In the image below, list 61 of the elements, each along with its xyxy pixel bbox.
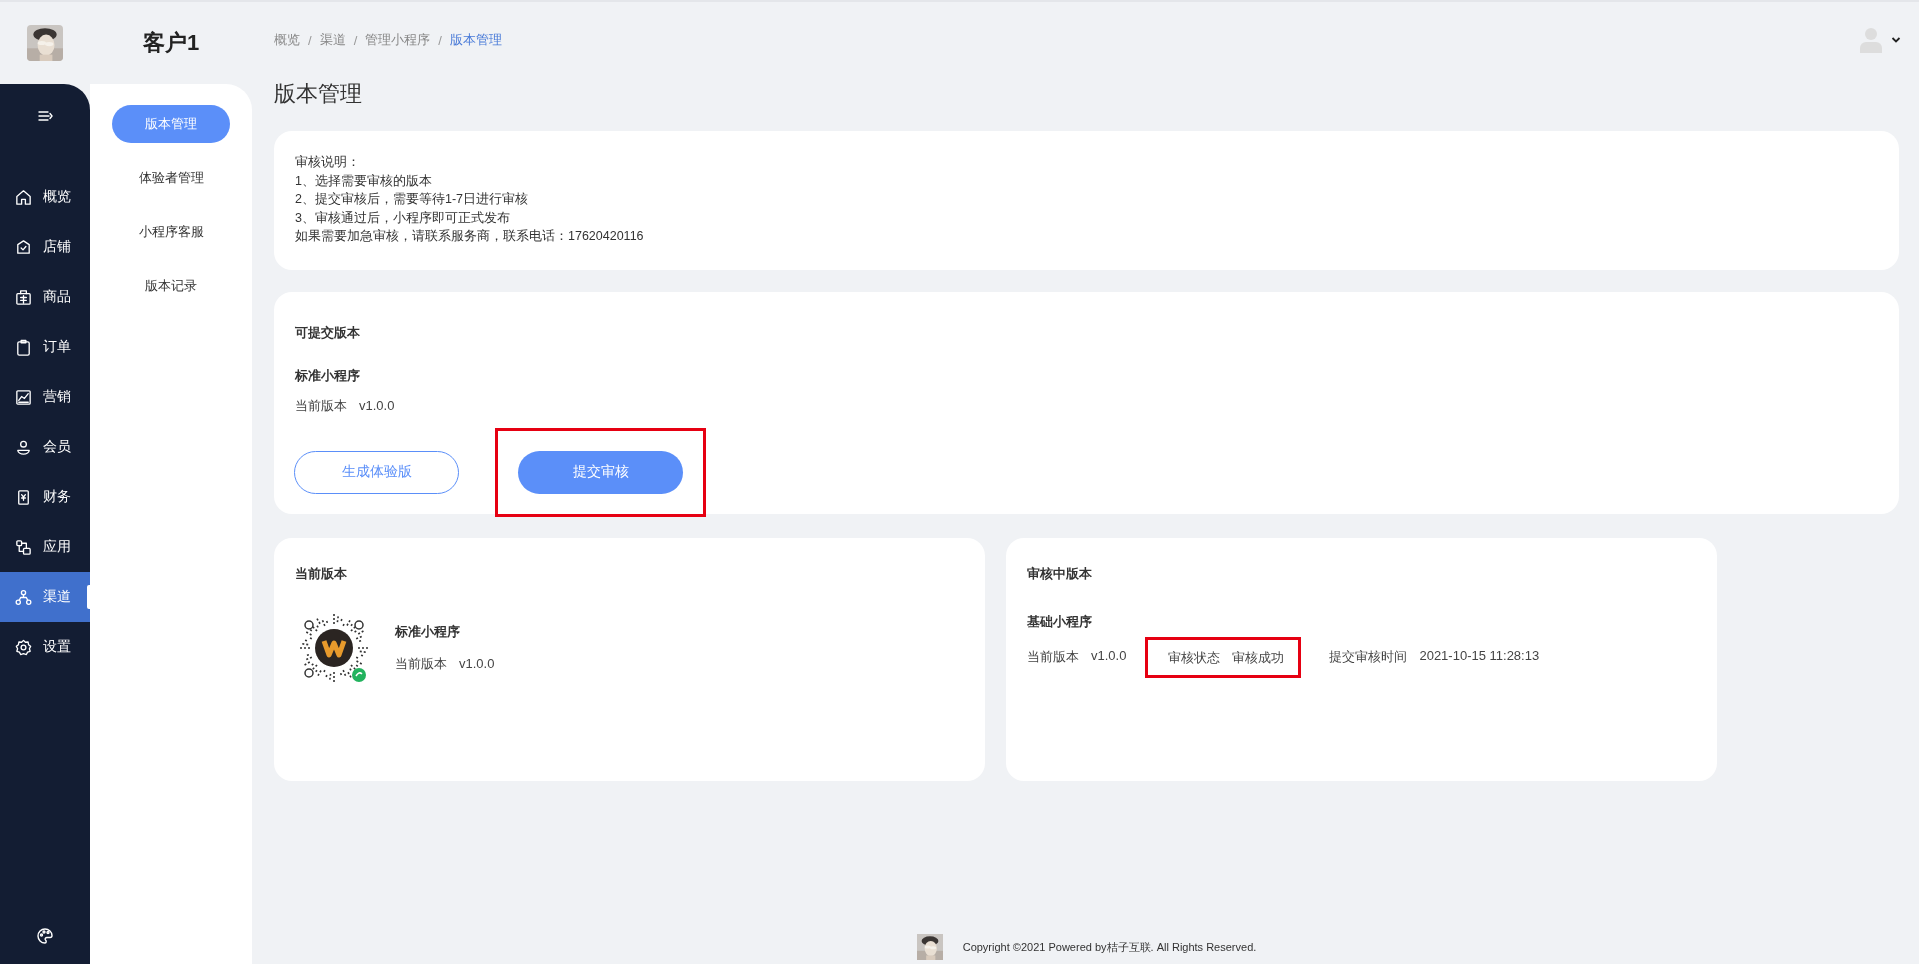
version-value: v1.0.0 xyxy=(459,656,495,671)
copyright-text: Copyright ©2021 Powered by桔子互联. All Rights Reserved. xyxy=(962,939,1257,955)
notice-line: 如果需要加急审核，请联系服务商，联系电话：17620420116 xyxy=(295,228,645,245)
notice-line: 3、审核通过后，小程序即可正式发布 xyxy=(295,209,511,227)
nav-label: 概览 xyxy=(43,188,71,206)
nav-item[interactable]: 营销 xyxy=(0,372,90,422)
app-name: 标准小程序 xyxy=(295,366,361,385)
status-label: 审核状态 xyxy=(1168,648,1221,667)
page-title: 版本管理 xyxy=(274,80,363,108)
version-label: 当前版本 xyxy=(1027,648,1079,666)
sub-menu-item[interactable]: 小程序客服 xyxy=(112,213,230,251)
brand-title: 客户1 xyxy=(142,29,200,57)
sub-menu-item[interactable]: 版本记录 xyxy=(112,267,230,305)
box-icon xyxy=(14,287,33,307)
version-value: v1.0.0 xyxy=(1091,648,1127,665)
nav-item[interactable]: 会员 xyxy=(0,422,90,472)
clipboard-icon xyxy=(14,337,33,357)
notice-line: 2、提交审核后，需要等待1-7日进行审核 xyxy=(295,191,530,208)
nav-label: 设置 xyxy=(43,638,71,656)
nav-item[interactable]: 商品 xyxy=(0,272,90,322)
time-value: 2021-10-15 11:28:13 xyxy=(1419,648,1540,665)
sub-menu-item[interactable]: 体验者管理 xyxy=(112,159,230,197)
version-label: 当前版本 xyxy=(395,654,447,673)
nav-item[interactable]: 概览 xyxy=(0,172,90,222)
card-title: 审核中版本 xyxy=(1027,565,1092,581)
chart-icon xyxy=(14,387,33,407)
nav-label: 财务 xyxy=(43,488,71,506)
app-name: 标准小程序 xyxy=(395,622,461,641)
breadcrumb-separator: / xyxy=(438,32,442,48)
network-icon xyxy=(14,587,33,607)
breadcrumb-separator: / xyxy=(353,32,358,48)
notice-line: 审核说明： xyxy=(295,154,361,171)
nav-item[interactable]: 设置 xyxy=(0,622,90,672)
notice-line: 1、选择需要审核的版本 xyxy=(295,172,433,190)
card-title: 可提交版本 xyxy=(295,323,361,342)
time-label: 提交审核时间 xyxy=(1329,648,1408,666)
nav-item[interactable]: 应用 xyxy=(0,522,90,572)
nav-label: 订单 xyxy=(43,338,71,356)
nav-label: 店铺 xyxy=(43,238,71,256)
nav-item[interactable]: 财务 xyxy=(0,472,90,522)
app-name: 基础小程序 xyxy=(1027,612,1093,631)
caret-icon[interactable] xyxy=(1891,36,1901,44)
breadcrumb-separator: / xyxy=(308,32,312,48)
version-value: v1.0.0 xyxy=(359,398,395,413)
nav-label: 商品 xyxy=(43,288,71,306)
version-label: 当前版本 xyxy=(295,396,347,415)
breadcrumb-link[interactable]: 版本管理 xyxy=(449,31,502,49)
status-value: 审核成功 xyxy=(1232,648,1285,667)
nav-label: 渠道 xyxy=(43,588,71,606)
nav-item[interactable]: 订单 xyxy=(0,322,90,372)
home-icon xyxy=(14,187,33,207)
nav-label: 应用 xyxy=(43,538,71,556)
palette-icon[interactable] xyxy=(35,926,55,946)
nav-label: 会员 xyxy=(43,438,71,456)
settings-icon xyxy=(14,637,33,657)
nav-item[interactable]: 店铺 xyxy=(0,222,90,272)
apps-icon xyxy=(14,537,33,557)
card-title: 当前版本 xyxy=(295,565,347,581)
nav-item[interactable]: 渠道 xyxy=(0,572,90,622)
nav-label: 营销 xyxy=(43,388,71,406)
shop-icon xyxy=(14,237,33,257)
